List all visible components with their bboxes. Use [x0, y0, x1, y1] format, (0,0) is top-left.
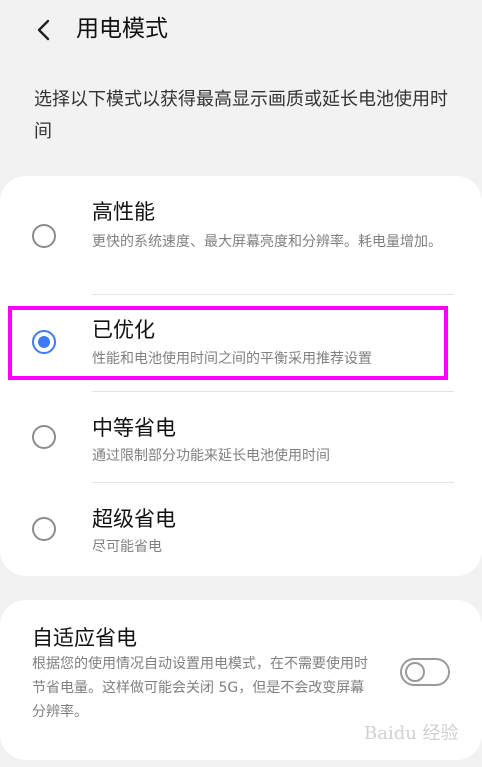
power-mode-card: 高性能 更快的系统速度、最大屏幕亮度和分辨率。耗电量增加。 已优化 性能和电池使… — [0, 176, 482, 576]
mode-title: 超级省电 — [92, 507, 176, 531]
adaptive-description: 根据您的使用情况自动设置用电模式，在不需要使用时节省电量。这样做可能会关闭 5G… — [32, 656, 368, 720]
radio-max-saving[interactable] — [32, 517, 56, 541]
adaptive-title: 自适应省电 — [32, 626, 137, 650]
back-button[interactable] — [28, 14, 60, 46]
mode-title: 中等省电 — [92, 416, 176, 440]
mode-option-optimized[interactable]: 已优化 性能和电池使用时间之间的平衡采用推荐设置 — [0, 295, 482, 391]
intro-text: 选择以下模式以获得最高显示画质或延长电池使用时间 — [34, 89, 448, 142]
mode-title: 已优化 — [92, 318, 155, 342]
radio-medium-saving[interactable] — [32, 425, 56, 449]
radio-high-performance[interactable] — [32, 224, 56, 248]
mode-description: 更快的系统速度、最大屏幕亮度和分辨率。耗电量增加。 — [92, 234, 442, 250]
top-bar: 用电模式 — [0, 0, 482, 60]
mode-description: 性能和电池使用时间之间的平衡采用推荐设置 — [92, 351, 372, 367]
toggle-knob — [405, 662, 425, 682]
mode-option-max-saving[interactable]: 超级省电 尽可能省电 — [0, 483, 482, 576]
mode-title: 高性能 — [92, 200, 155, 224]
chevron-left-icon — [37, 19, 50, 41]
adaptive-power-toggle[interactable] — [400, 658, 450, 686]
mode-description: 尽可能省电 — [92, 539, 162, 555]
mode-option-medium-saving[interactable]: 中等省电 通过限制部分功能来延长电池使用时间 — [0, 392, 482, 482]
page-title: 用电模式 — [76, 16, 168, 42]
watermark-logo: Baidu 经验 — [364, 723, 459, 744]
mode-description: 通过限制部分功能来延长电池使用时间 — [92, 448, 330, 464]
radio-optimized[interactable] — [32, 330, 56, 354]
mode-option-high-performance[interactable]: 高性能 更快的系统速度、最大屏幕亮度和分辨率。耗电量增加。 — [0, 176, 482, 294]
